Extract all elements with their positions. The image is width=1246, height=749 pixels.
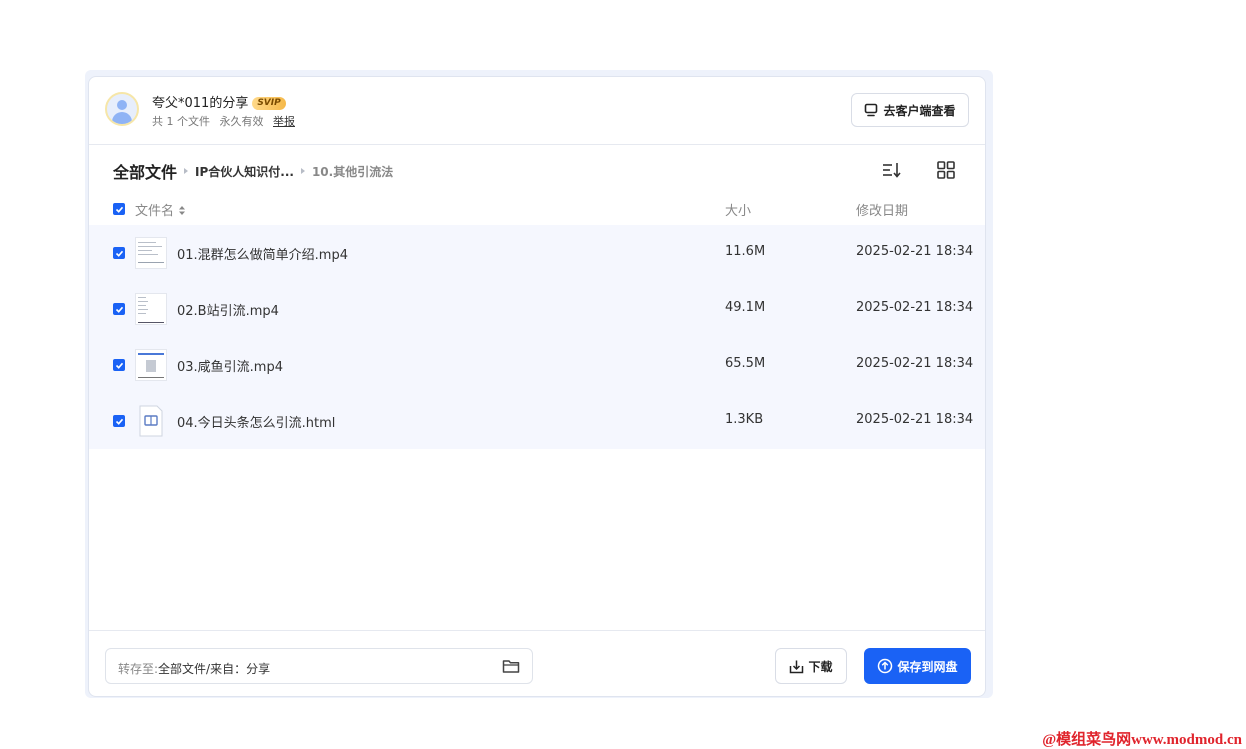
file-count: 共 1 个文件 — [152, 115, 210, 128]
table-row[interactable]: 04.今日头条怎么引流.html 1.3KB 2025-02-21 18:34 — [89, 393, 985, 449]
breadcrumb-level1[interactable]: IP合伙人知识付... — [195, 163, 294, 180]
sort-arrows-icon — [179, 206, 186, 215]
download-button[interactable]: 下载 — [775, 648, 847, 684]
destination-label: 转存至: — [118, 662, 159, 676]
svip-badge: SVIP — [252, 97, 286, 110]
file-date: 2025-02-21 18:34 — [856, 412, 974, 427]
sharer-name: 夸父*011的分享 — [152, 96, 249, 111]
validity: 永久有效 — [219, 115, 264, 128]
row-checkbox[interactable] — [113, 359, 125, 371]
file-name[interactable]: 04.今日头条怎么引流.html — [177, 412, 335, 431]
video-thumbnail — [135, 349, 167, 381]
column-name-header[interactable]: 文件名 — [135, 200, 186, 219]
download-icon — [790, 660, 804, 673]
column-size-header[interactable]: 大小 — [725, 200, 751, 219]
share-header: 夸父*011的分享 SVIP 共 1 个文件 永久有效 举报 去客户端查看 — [89, 77, 985, 145]
file-name[interactable]: 01.混群怎么做简单介绍.mp4 — [177, 244, 348, 263]
check-icon — [115, 418, 123, 425]
file-table-header: 文件名 大小 修改日期 — [89, 197, 985, 221]
save-destination-field[interactable]: 转存至:全部文件/来自：分享 — [105, 648, 533, 684]
watermark: @模组菜鸟网www.modmod.cn — [1042, 732, 1242, 748]
open-in-client-label: 去客户端查看 — [883, 103, 956, 118]
file-size: 65.5M — [725, 356, 766, 371]
check-icon — [115, 250, 123, 257]
folder-icon[interactable] — [502, 658, 520, 674]
breadcrumb-current: 10.其他引流法 — [311, 164, 394, 179]
share-card: 夸父*011的分享 SVIP 共 1 个文件 永久有效 举报 去客户端查看 全部文… — [88, 76, 986, 697]
file-date: 2025-02-21 18:34 — [856, 244, 974, 259]
file-size: 11.6M — [725, 244, 766, 259]
file-date: 2025-02-21 18:34 — [856, 356, 974, 371]
table-row[interactable]: 01.混群怎么做简单介绍.mp4 11.6M 2025-02-21 18:34 — [89, 225, 985, 281]
check-icon — [115, 206, 123, 213]
html-file-icon — [139, 405, 163, 437]
breadcrumb-separator-icon — [300, 168, 305, 174]
grid-view-icon[interactable] — [935, 159, 957, 181]
column-name-label: 文件名 — [135, 204, 175, 219]
row-checkbox[interactable] — [113, 247, 125, 259]
file-date: 2025-02-21 18:34 — [856, 300, 974, 315]
open-in-client-button[interactable]: 去客户端查看 — [851, 93, 969, 127]
report-link[interactable]: 举报 — [273, 115, 295, 128]
share-meta: 共 1 个文件 永久有效 举报 — [152, 113, 301, 129]
sharer-title: 夸父*011的分享 SVIP — [152, 92, 286, 111]
monitor-icon — [865, 103, 878, 117]
check-icon — [115, 306, 123, 313]
select-all-checkbox[interactable] — [113, 203, 125, 215]
row-checkbox[interactable] — [113, 303, 125, 315]
file-size: 1.3KB — [725, 412, 764, 427]
avatar — [105, 92, 139, 126]
check-icon — [115, 362, 123, 369]
video-thumbnail — [135, 237, 167, 269]
file-name[interactable]: 03.咸鱼引流.mp4 — [177, 356, 283, 375]
destination-path: 全部文件/来自：分享 — [158, 662, 271, 676]
breadcrumb-root[interactable]: 全部文件 — [113, 159, 177, 183]
table-row[interactable]: 02.B站引流.mp4 49.1M 2025-02-21 18:34 — [89, 281, 985, 337]
column-date-header[interactable]: 修改日期 — [856, 200, 908, 219]
file-list: 01.混群怎么做简单介绍.mp4 11.6M 2025-02-21 18:34 … — [89, 225, 985, 449]
breadcrumb: 全部文件 IP合伙人知识付... 10.其他引流法 — [113, 159, 393, 183]
row-checkbox[interactable] — [113, 415, 125, 427]
cloud-upload-icon — [878, 658, 893, 674]
table-row[interactable]: 03.咸鱼引流.mp4 65.5M 2025-02-21 18:34 — [89, 337, 985, 393]
sort-icon[interactable] — [880, 159, 902, 181]
save-to-drive-button[interactable]: 保存到网盘 — [864, 648, 971, 684]
download-label: 下载 — [808, 659, 833, 674]
file-name[interactable]: 02.B站引流.mp4 — [177, 300, 279, 319]
share-footer: 转存至:全部文件/来自：分享 下载 保存到网盘 — [89, 630, 985, 696]
video-thumbnail — [135, 293, 167, 325]
save-to-drive-label: 保存到网盘 — [897, 659, 958, 674]
file-size: 49.1M — [725, 300, 766, 315]
breadcrumb-separator-icon — [184, 168, 189, 174]
